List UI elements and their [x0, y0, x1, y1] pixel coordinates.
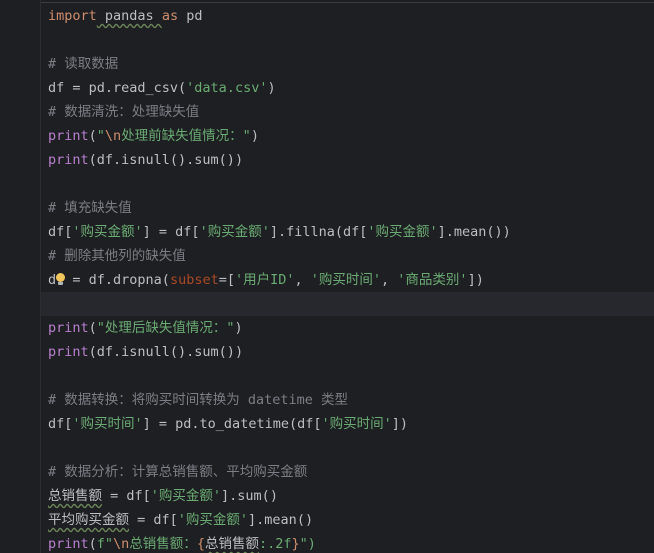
string-literal: '商品类别': [397, 272, 468, 288]
escape-sequence: \n: [104, 128, 122, 144]
format-spec: :.2f: [258, 536, 292, 552]
string-literal: 处理前缺失值情况：": [121, 128, 251, 144]
code-line-23[interactable]: print(f"\n总销售额：{总销售额:.2f}"): [41, 532, 654, 553]
code-line-18[interactable]: df['购买时间'] = pd.to_datetime(df['购买时间']): [41, 412, 654, 436]
code-text: ,: [381, 272, 398, 288]
builtin-print: print: [48, 536, 89, 552]
code-line-17[interactable]: # 数据转换：将购买时间转换为 datetime 类型: [41, 388, 654, 412]
code-text: =[: [218, 272, 235, 288]
string-literal: '购买金额': [199, 224, 270, 240]
module-name: pandas: [96, 8, 162, 24]
string-literal: '购买金额': [367, 224, 438, 240]
keyword-argument: subset: [169, 272, 219, 288]
intention-bulb-icon[interactable]: [55, 273, 66, 287]
code-text: ,: [294, 272, 311, 288]
string-quote: ": [96, 128, 105, 144]
code-line-12[interactable]: df = df.dropna(subset=['用户ID', '购买时间', '…: [41, 268, 654, 292]
comment: # 数据清洗：处理缺失值: [48, 104, 200, 120]
string-literal: '购买时间': [310, 272, 382, 288]
code-text: (df.isnull().sum()): [88, 152, 244, 168]
code-text: df[: [48, 224, 73, 240]
code-line-10[interactable]: df['购买金额'] = df['购买金额'].fillna(df['购买金额'…: [41, 220, 654, 244]
builtin-print: print: [48, 320, 89, 336]
string-literal: '购买时间': [72, 416, 143, 432]
code-line-5[interactable]: # 数据清洗：处理缺失值: [41, 100, 654, 124]
comment: # 数据分析：计算总销售额、平均购买金额: [48, 464, 308, 480]
fstring-brace: }: [291, 536, 300, 552]
variable-name: 平均购买金额: [48, 512, 129, 528]
builtin-print: print: [48, 344, 89, 360]
code-line-6[interactable]: print("\n处理前缺失值情况："): [41, 124, 654, 148]
code-line-11[interactable]: # 删除其他列的缺失值: [41, 244, 654, 268]
variable-name: 总销售额: [48, 488, 102, 504]
code-text: ].mean()): [437, 224, 511, 240]
code-text: = df[: [129, 512, 178, 528]
code-text: ]): [391, 416, 408, 432]
keyword-import: import: [48, 8, 97, 24]
comment: # 填充缺失值: [48, 200, 132, 216]
comment: # 删除其他列的缺失值: [48, 248, 186, 264]
string-literal: '购买金额': [150, 488, 222, 504]
code-text: ].sum(): [221, 488, 278, 504]
string-literal: '购买金额': [177, 512, 249, 528]
keyword-as: as: [161, 8, 179, 24]
escape-sequence: \n: [113, 536, 130, 552]
code-text: ): [267, 80, 276, 96]
code-text: ].mean(): [248, 512, 314, 528]
code-line-4[interactable]: df = pd.read_csv('data.csv'): [41, 76, 654, 100]
code-text: ]): [467, 272, 484, 288]
code-line-1[interactable]: import pandas as pd: [41, 4, 654, 28]
code-text: ] = df[: [142, 224, 200, 240]
module-alias: pd: [178, 8, 203, 24]
code-text: ] = pd.to_datetime(df[: [142, 416, 322, 432]
code-text: ): [234, 320, 243, 336]
code-editor[interactable]: import pandas as pd # 读取数据 df = pd.read_…: [0, 0, 654, 553]
string-literal: '购买金额': [72, 224, 143, 240]
code-area[interactable]: import pandas as pd # 读取数据 df = pd.read_…: [40, 0, 654, 553]
comment: # 读取数据: [48, 56, 119, 72]
code-line-22[interactable]: 平均购买金额 = df['购买金额'].mean(): [41, 508, 654, 532]
string-literal: "): [299, 536, 316, 552]
fstring-prefix: f": [96, 536, 114, 552]
code-text: (: [88, 128, 97, 144]
code-text: = df[: [102, 488, 151, 504]
editor-top-border: [41, 2, 654, 3]
string-literal: '购买时间': [321, 416, 392, 432]
code-line-14[interactable]: print("处理后缺失值情况："): [41, 316, 654, 340]
fstring-brace: {: [196, 536, 205, 552]
builtin-print: print: [48, 152, 89, 168]
code-text: (df.isnull().sum()): [88, 344, 244, 360]
code-text: (: [88, 320, 97, 336]
code-text: df[: [48, 416, 73, 432]
code-text: ): [250, 128, 259, 144]
string-literal: "处理后缺失值情况：": [96, 320, 235, 336]
builtin-print: print: [48, 128, 89, 144]
string-literal: 总销售额：: [129, 536, 197, 552]
code-line-13-current[interactable]: [41, 292, 654, 316]
line-gutter[interactable]: [0, 0, 40, 553]
code-line-9[interactable]: # 填充缺失值: [41, 196, 654, 220]
code-text: (: [88, 536, 97, 552]
string-literal: 'data.csv': [186, 80, 268, 96]
code-text: df = pd.read_csv(: [48, 80, 187, 96]
code-line-21[interactable]: 总销售额 = df['购买金额'].sum(): [41, 484, 654, 508]
code-line-7[interactable]: print(df.isnull().sum()): [41, 148, 654, 172]
code-line-15[interactable]: print(df.isnull().sum()): [41, 340, 654, 364]
code-text: = df.dropna(: [64, 272, 170, 288]
code-line-3[interactable]: # 读取数据: [41, 52, 654, 76]
fstring-expression: 总销售额: [204, 536, 259, 552]
code-line-20[interactable]: # 数据分析：计算总销售额、平均购买金额: [41, 460, 654, 484]
code-text: ].fillna(df[: [269, 224, 368, 240]
comment: # 数据转换：将购买时间转换为 datetime 类型: [48, 392, 349, 408]
string-literal: '用户ID': [234, 272, 295, 288]
